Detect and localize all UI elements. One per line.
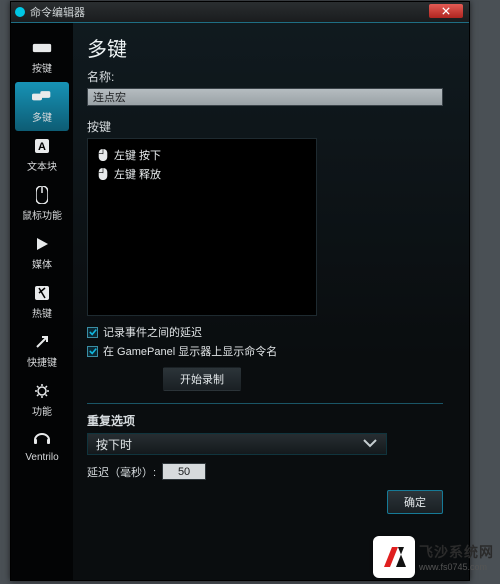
window-body: 按键 多键 A 文本块 鼠标功能 媒体 热键	[11, 22, 469, 580]
close-icon	[442, 7, 450, 15]
ok-button[interactable]: 确定	[387, 490, 443, 514]
sidebar-item-ventrilo[interactable]: Ventrilo	[11, 425, 73, 470]
mouse-icon	[98, 149, 108, 161]
shortcut-icon	[32, 334, 52, 350]
media-icon	[32, 236, 52, 252]
repeat-heading: 重复选项	[87, 412, 455, 429]
watermark-name: 飞沙系统网	[419, 542, 494, 562]
sidebar-item-label: 按键	[32, 60, 52, 75]
repeat-mode-dropdown[interactable]: 按下时	[87, 433, 387, 455]
name-input[interactable]	[87, 88, 443, 106]
textblock-icon: A	[32, 138, 52, 154]
checkbox-icon	[87, 327, 98, 338]
watermark: 飞沙系统网 www.fs0745.com	[373, 536, 494, 578]
mouse-icon	[98, 168, 108, 180]
app-logo-icon	[15, 7, 25, 17]
ventrilo-icon	[32, 432, 52, 448]
watermark-url: www.fs0745.com	[419, 562, 494, 572]
sidebar-item-label: 热键	[32, 305, 52, 320]
delay-label: 延迟（毫秒）:	[87, 464, 156, 480]
hotkeys-icon	[32, 285, 52, 301]
name-label: 名称:	[87, 68, 455, 85]
sidebar-item-label: Ventrilo	[25, 452, 58, 463]
sidebar-item-label: 功能	[32, 403, 52, 418]
panel-heading: 多键	[87, 33, 455, 62]
svg-text:A: A	[38, 141, 46, 153]
content-panel: 多键 名称: 按键 左键 按下 左键 释放 记录事件之间的延迟	[73, 23, 469, 580]
recorded-text: 左键 释放	[114, 166, 161, 182]
keys-label: 按键	[87, 118, 455, 135]
start-record-button[interactable]: 开始录制	[163, 367, 241, 391]
sidebar-item-hotkeys[interactable]: 热键	[11, 278, 73, 327]
mouse-icon	[32, 187, 52, 203]
function-icon	[32, 383, 52, 399]
window-title: 命令编辑器	[30, 4, 85, 20]
checkbox-show-name[interactable]: 在 GamePanel 显示器上显示命令名	[87, 343, 455, 359]
sidebar-item-label: 文本块	[27, 158, 57, 173]
sidebar-item-shortcut[interactable]: 快捷键	[11, 327, 73, 376]
divider	[87, 403, 443, 404]
sidebar: 按键 多键 A 文本块 鼠标功能 媒体 热键	[11, 23, 73, 580]
titlebar: 命令编辑器	[11, 2, 469, 22]
sidebar-item-mouse[interactable]: 鼠标功能	[11, 180, 73, 229]
recorded-row: 左键 释放	[98, 166, 306, 182]
close-button[interactable]	[429, 4, 463, 18]
sidebar-item-label: 鼠标功能	[22, 207, 62, 222]
multikey-icon	[32, 89, 52, 105]
sidebar-item-label: 媒体	[32, 256, 52, 271]
recorded-keys-box[interactable]: 左键 按下 左键 释放	[87, 138, 317, 316]
command-editor-window: 命令编辑器 按键 多键 A 文本块 鼠标功能 媒体	[10, 1, 470, 581]
sidebar-item-media[interactable]: 媒体	[11, 229, 73, 278]
checkbox-label: 在 GamePanel 显示器上显示命令名	[103, 343, 277, 359]
checkbox-label: 记录事件之间的延迟	[103, 324, 202, 340]
sidebar-item-multikey[interactable]: 多键	[15, 82, 69, 131]
sidebar-item-textblock[interactable]: A 文本块	[11, 131, 73, 180]
keystroke-icon	[32, 40, 52, 56]
checkbox-icon	[87, 346, 98, 357]
sidebar-item-label: 多键	[32, 109, 52, 124]
sidebar-item-keystroke[interactable]: 按键	[11, 33, 73, 82]
sidebar-item-function[interactable]: 功能	[11, 376, 73, 425]
delay-input[interactable]	[162, 463, 206, 480]
sidebar-item-label: 快捷键	[27, 354, 57, 369]
recorded-text: 左键 按下	[114, 147, 161, 163]
dropdown-value: 按下时	[96, 436, 132, 453]
watermark-logo-icon	[373, 536, 415, 578]
recorded-row: 左键 按下	[98, 147, 306, 163]
checkbox-record-delay[interactable]: 记录事件之间的延迟	[87, 324, 455, 340]
chevron-down-icon	[362, 437, 378, 451]
